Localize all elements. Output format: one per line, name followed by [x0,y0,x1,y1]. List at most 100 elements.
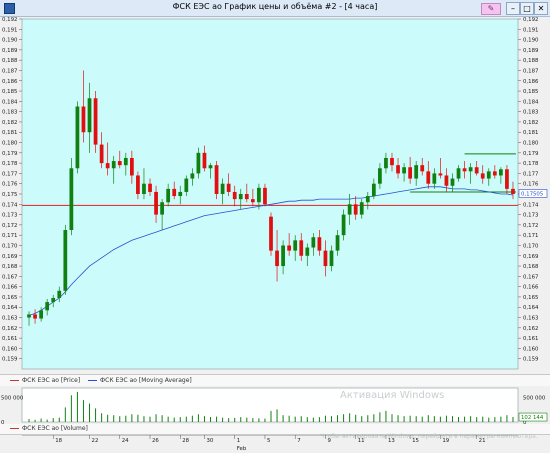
candle-body [27,314,31,318]
candle-body [505,169,509,189]
candle-body [456,168,461,179]
candle-body [93,98,98,145]
candle-body [129,157,134,176]
y-tick-label-left: 0,170 [2,243,18,249]
y-tick-label-left: 0,173 [2,213,17,219]
y-tick-label-right: 0,169 [523,254,539,260]
y-tick-label-right: 0,191 [523,27,538,33]
y-tick-label-right: 0,184 [523,99,539,105]
candle-body [172,188,177,197]
candle-body [123,157,128,166]
candle-body [244,194,249,200]
candle-body [317,237,322,251]
x-tick-label: 5 [267,438,270,444]
last-price-label: 0,17505 [521,191,543,197]
y-tick-label-right: 0,159 [523,357,539,363]
candle-body [414,165,419,179]
y-tick-label-left: 0,171 [2,233,17,239]
candle-body [69,168,74,231]
candle-body [335,235,340,251]
y-tick-label-right: 0,170 [523,243,539,249]
legend-volume-label: ФСК ЕЭС ао [Volume] [22,425,88,432]
y-tick-label-left: 0,164 [2,305,18,311]
x-tick-label: 24 [122,438,129,444]
y-tick-label-right: 0,164 [523,305,539,311]
y-tick-label-right: 0,178 [523,161,539,167]
candle-body [57,290,62,298]
month-label: Feb [237,446,247,452]
candle-body [499,169,503,176]
candle-body [287,245,292,251]
candle-body [492,171,497,176]
close-button[interactable]: ✕ [534,2,548,15]
y-tick-label-left: 0,174 [2,202,18,208]
legend-moving-average[interactable]: ФСК ЕЭС ао [Moving Average] [88,377,192,384]
y-tick-label-left: 0,178 [2,161,18,167]
y-tick-label-left: 0,183 [2,110,17,116]
title-bar: ФСК ЕЭС ао График цены и объёма #2 - [4 … [0,0,550,17]
window-title: ФСК ЕЭС ао График цены и объёма #2 - [4 … [172,2,378,11]
candle-body [33,314,37,319]
y-tick-label-left: 0,185 [2,89,17,95]
x-tick-label: 28 [182,438,189,444]
y-tick-label-left: 0,180 [2,141,18,147]
x-tick-label: 18 [55,438,62,444]
y-tick-label-right: 0,181 [523,130,538,136]
y-tick-label-right: 0,176 [523,182,539,188]
maximize-button[interactable]: □ [520,2,534,15]
candle-body [160,202,164,215]
y-tick-label-right: 0,186 [523,79,539,85]
price-chart[interactable]: 0,192 0,192 0,191 0,191 0,190 0,190 0,189 0,189… [0,17,550,373]
legend-ma-label: ФСК ЕЭС ао [Moving Average] [100,377,192,384]
y-tick-label-right: 0,161 [523,336,538,342]
y-tick-label-left: 0,179 [2,151,18,157]
x-tick-label: 26 [152,438,159,444]
y-tick-label-right: 0,166 [523,285,539,291]
candle-body [323,250,328,267]
pen-icon[interactable]: ✎ [481,3,501,15]
candle-body [208,165,213,169]
candle-body [450,178,455,186]
candle-body [226,183,231,192]
y-tick-label-right: 0,192 [523,17,538,23]
candle-body [81,106,86,133]
y-tick-label-right: 0,180 [523,141,539,147]
y-tick-label-left: 0,165 [2,295,17,301]
candle-body [105,163,110,169]
candle-body [311,237,316,248]
candle-body [154,191,158,215]
candle-body [214,165,219,194]
y-tick-label-left: 0,181 [2,130,17,136]
candle-body [462,168,467,172]
x-tick-label: 22 [92,438,99,444]
volume-chart[interactable]: 500 000 500 0000 0102 144 [0,386,550,424]
candle-body [178,191,183,197]
candle-body [63,230,68,291]
legend-volume[interactable]: ФСК ЕЭС ао [Volume] [10,425,88,432]
y-tick-label-right: 0,168 [523,264,539,270]
y-tick-label-left: 0,191 [2,27,17,33]
volume-tick-label-left: 500 000 [1,396,24,402]
y-tick-label-left: 0,175 [2,192,17,198]
candle-body [232,191,237,200]
legend-price-label: ФСК ЕЭС ао [Price] [22,377,81,384]
y-tick-label-right: 0,185 [523,89,538,95]
candle-body [341,214,346,236]
candle-body [511,188,515,194]
x-tick-label: 7 [297,438,300,444]
minimize-button[interactable]: – [506,2,520,15]
candle-body [468,167,473,172]
candle-body [142,183,146,194]
candle-body [402,167,406,174]
y-tick-label-left: 0,176 [2,182,18,188]
y-tick-label-right: 0,183 [523,110,538,116]
plot-area [21,18,519,370]
candle-body [166,188,171,203]
candle-body [347,204,352,215]
candle-body [269,216,273,251]
y-tick-label-left: 0,163 [2,316,17,322]
legend-price[interactable]: ФСК ЕЭС ао [Price] [10,377,80,384]
candle-body [474,167,479,174]
candle-body [148,183,152,192]
y-tick-label-left: 0,166 [2,285,18,291]
